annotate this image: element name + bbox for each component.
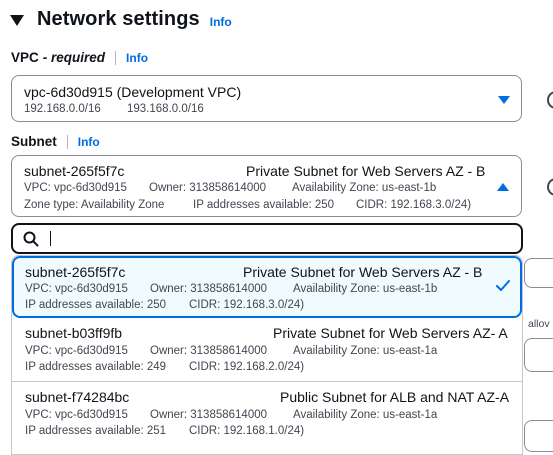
subnet-select-name: Private Subnet for Web Servers AZ - B bbox=[246, 163, 486, 179]
section-header[interactable]: Network settings Info bbox=[10, 8, 232, 31]
option-name: Public Subnet for ALB and NAT AZ-A bbox=[280, 389, 510, 405]
subnet-select-owner: Owner: 313858614000 bbox=[149, 182, 267, 194]
subnet-label-row: Subnet Info bbox=[11, 134, 100, 149]
subnet-search-input[interactable] bbox=[11, 223, 523, 254]
option-vpc: VPC: vpc-6d30d915 bbox=[25, 283, 128, 295]
option-owner: Owner: 313858614000 bbox=[150, 283, 268, 295]
option-id: subnet-f74284bc bbox=[25, 389, 130, 405]
background-field-partial bbox=[524, 258, 553, 288]
subnet-select-az: Availability Zone: us-east-1b bbox=[292, 182, 437, 194]
option-cidr: CIDR: 192.168.1.0/24) bbox=[189, 425, 305, 437]
divider bbox=[66, 134, 68, 149]
section-title: Network settings bbox=[37, 8, 200, 30]
option-vpc: VPC: vpc-6d30d915 bbox=[25, 409, 128, 421]
vpc-cidr-2: 193.168.0.0/16 bbox=[127, 103, 204, 115]
subnet-select-id: subnet-265f5f7c bbox=[24, 163, 125, 179]
option-az: Availability Zone: us-east-1a bbox=[293, 409, 438, 421]
vpc-label: VPC bbox=[11, 50, 39, 65]
partial-circle-icon bbox=[547, 178, 553, 196]
caret-down-icon[interactable] bbox=[498, 96, 510, 104]
subnet-select-ips: IP addresses available: 250 bbox=[193, 199, 335, 211]
option-az: Availability Zone: us-east-1a bbox=[293, 345, 438, 357]
header-info-link[interactable]: Info bbox=[210, 15, 232, 29]
subnet-option[interactable]: subnet-f74284bc Public Subnet for ALB an… bbox=[12, 382, 522, 444]
option-id: subnet-b03ff9fb bbox=[25, 325, 123, 341]
subnet-options-list[interactable]: subnet-265f5f7c Private Subnet for Web S… bbox=[11, 255, 523, 455]
option-cidr: CIDR: 192.168.3.0/24) bbox=[189, 299, 305, 311]
subnet-select-cidr: CIDR: 192.168.3.0/24) bbox=[356, 199, 472, 211]
vpc-cidr-1: 192.168.0.0/16 bbox=[24, 103, 101, 115]
subnet-select-vpc: VPC: vpc-6d30d915 bbox=[24, 182, 127, 194]
subnet-label: Subnet bbox=[11, 134, 57, 149]
divider bbox=[115, 50, 117, 65]
check-icon bbox=[496, 280, 510, 291]
vpc-info-link[interactable]: Info bbox=[126, 51, 148, 65]
option-vpc: VPC: vpc-6d30d915 bbox=[25, 345, 128, 357]
option-ips: IP addresses available: 249 bbox=[25, 361, 167, 373]
background-text-partial: allov bbox=[528, 318, 550, 330]
subnet-select[interactable]: subnet-265f5f7c Private Subnet for Web S… bbox=[11, 155, 522, 217]
caret-down-icon[interactable] bbox=[10, 15, 24, 26]
vpc-label-row: VPC - required Info bbox=[11, 50, 148, 65]
option-name: Private Subnet for Web Servers AZ- A bbox=[273, 325, 508, 341]
vpc-select[interactable]: vpc-6d30d915 (Development VPC) 192.168.0… bbox=[11, 75, 522, 122]
subnet-option[interactable]: subnet-b03ff9fb Private Subnet for Web S… bbox=[12, 318, 522, 380]
option-ips: IP addresses available: 250 bbox=[25, 299, 167, 311]
caret-up-icon[interactable] bbox=[497, 183, 509, 191]
subnet-option[interactable]: subnet-265f5f7c Private Subnet for Web S… bbox=[12, 256, 522, 318]
option-cidr: CIDR: 192.168.2.0/24) bbox=[189, 361, 305, 373]
background-field-partial bbox=[524, 338, 553, 372]
subnet-select-zone-type: Zone type: Availability Zone bbox=[24, 199, 165, 211]
vpc-select-value: vpc-6d30d915 (Development VPC) bbox=[24, 84, 242, 100]
option-ips: IP addresses available: 251 bbox=[25, 425, 167, 437]
option-az: Availability Zone: us-east-1b bbox=[293, 283, 438, 295]
subnet-info-link[interactable]: Info bbox=[78, 135, 100, 149]
partial-circle-icon bbox=[547, 91, 553, 109]
option-owner: Owner: 313858614000 bbox=[150, 409, 268, 421]
background-field-partial bbox=[524, 420, 553, 452]
option-name: Private Subnet for Web Servers AZ - B bbox=[243, 264, 483, 280]
text-cursor bbox=[50, 231, 51, 246]
search-icon bbox=[23, 231, 39, 247]
option-id: subnet-265f5f7c bbox=[25, 264, 126, 280]
option-owner: Owner: 313858614000 bbox=[150, 345, 268, 357]
vpc-required-label: - required bbox=[42, 50, 106, 65]
